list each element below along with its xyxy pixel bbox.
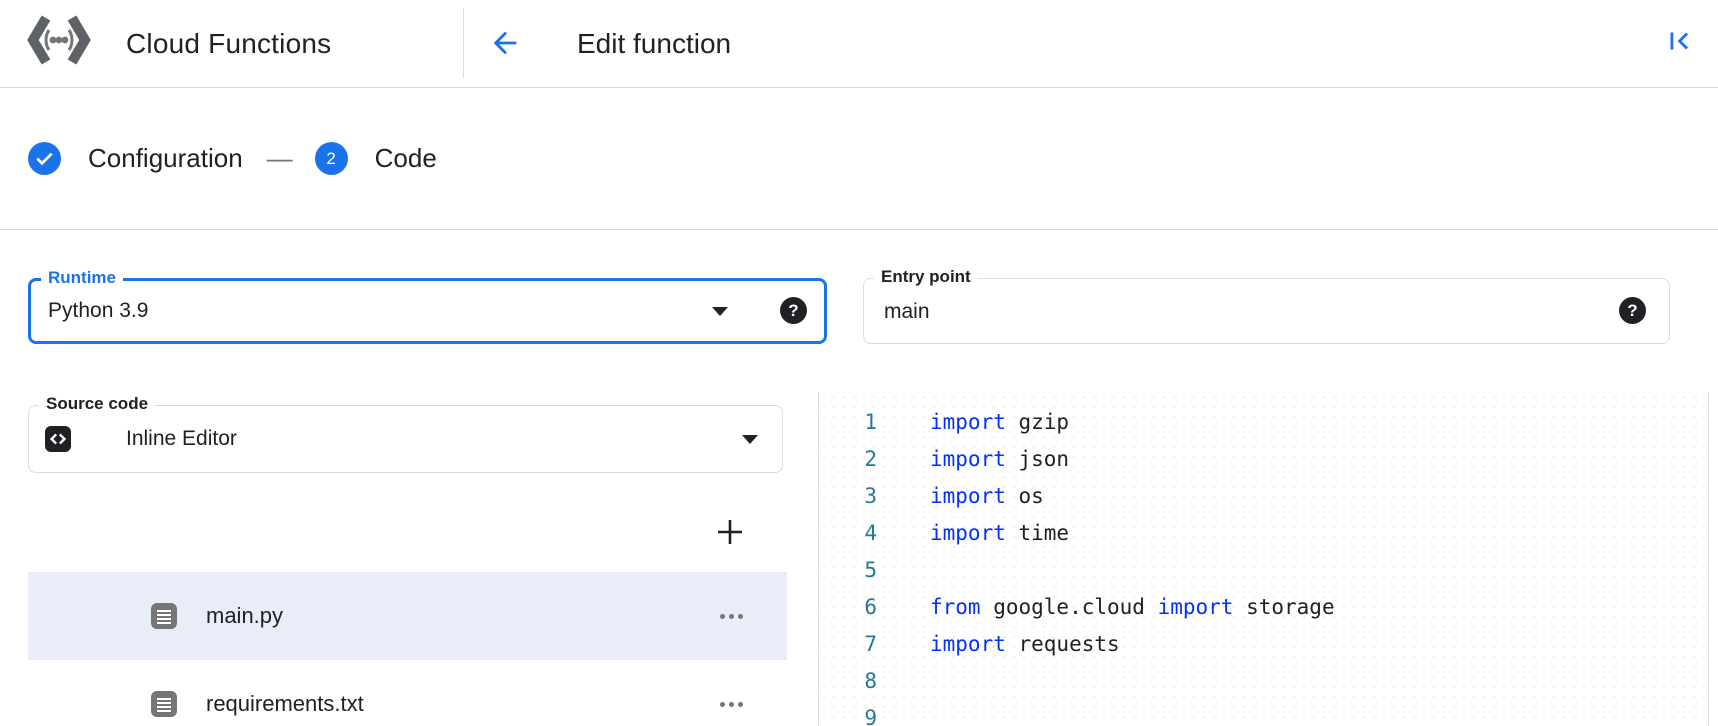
file-document-icon (150, 602, 178, 630)
entry-point-help-icon[interactable]: ? (1619, 297, 1646, 324)
code-line: 3import os (819, 477, 1708, 514)
runtime-help-icon[interactable]: ? (780, 297, 807, 324)
runtime-select[interactable]: Runtime Python 3.9 ? (28, 278, 827, 344)
app-header: Cloud Functions Edit function (0, 0, 1718, 88)
page-title: Edit function (577, 0, 731, 87)
entry-point-field: Entry point ? (863, 278, 1670, 344)
line-number: 3 (819, 484, 877, 508)
collapse-panel-button[interactable] (1660, 22, 1698, 60)
step-configuration-label: Configuration (88, 143, 243, 174)
collapse-panel-icon (1662, 24, 1696, 58)
step-code[interactable]: 2 Code (315, 142, 437, 175)
chevron-down-icon (742, 435, 758, 444)
header-divider (463, 8, 464, 78)
file-more-button[interactable] (718, 696, 745, 713)
code-lines: 1import gzip2import json3import os4impor… (819, 403, 1708, 726)
file-name: main.py (206, 603, 283, 629)
entry-point-input[interactable] (882, 279, 1586, 345)
code-line: 9 (819, 699, 1708, 726)
step-code-label: Code (375, 143, 437, 174)
plus-icon (714, 516, 746, 548)
line-number: 2 (819, 447, 877, 471)
product-name[interactable]: Cloud Functions (126, 0, 331, 87)
file-row-requirements-txt[interactable]: requirements.txt (28, 660, 787, 726)
cloud-functions-logo-icon (26, 13, 92, 67)
runtime-value: Python 3.9 (48, 281, 148, 341)
edit-function-page: Cloud Functions Edit function Configurat… (0, 0, 1718, 726)
wizard-stepper: Configuration — 2 Code (0, 88, 1718, 230)
code-line: 7import requests (819, 625, 1708, 662)
add-file-button[interactable] (711, 513, 749, 551)
line-number: 5 (819, 558, 877, 582)
source-code-select[interactable]: Source code Inline Editor (28, 405, 783, 473)
code-line: 1import gzip (819, 403, 1708, 440)
code-line: 6from google.cloud import storage (819, 588, 1708, 625)
code-line: 8 (819, 662, 1708, 699)
step-2-badge: 2 (315, 142, 348, 175)
chevron-down-icon (712, 307, 728, 316)
line-number: 4 (819, 521, 877, 545)
line-number: 6 (819, 595, 877, 619)
source-code-value: Inline Editor (126, 406, 237, 472)
line-number: 9 (819, 706, 877, 726)
line-number: 1 (819, 410, 877, 434)
line-number: 8 (819, 669, 877, 693)
file-row-main-py[interactable]: main.py (28, 572, 787, 660)
check-icon (28, 142, 61, 175)
editor-scrollbar-track[interactable] (1708, 392, 1709, 726)
file-name: requirements.txt (206, 691, 364, 717)
arrow-back-icon (488, 26, 522, 60)
step-connector: — (267, 143, 293, 174)
code-editor[interactable]: 1import gzip2import json3import os4impor… (819, 392, 1708, 726)
file-more-button[interactable] (718, 608, 745, 625)
line-number: 7 (819, 632, 877, 656)
back-button[interactable] (486, 24, 524, 62)
code-line: 2import json (819, 440, 1708, 477)
code-line: 4import time (819, 514, 1708, 551)
code-icon (45, 426, 71, 452)
code-line: 5 (819, 551, 1708, 588)
file-document-icon (150, 690, 178, 718)
step-configuration[interactable]: Configuration (28, 142, 243, 175)
